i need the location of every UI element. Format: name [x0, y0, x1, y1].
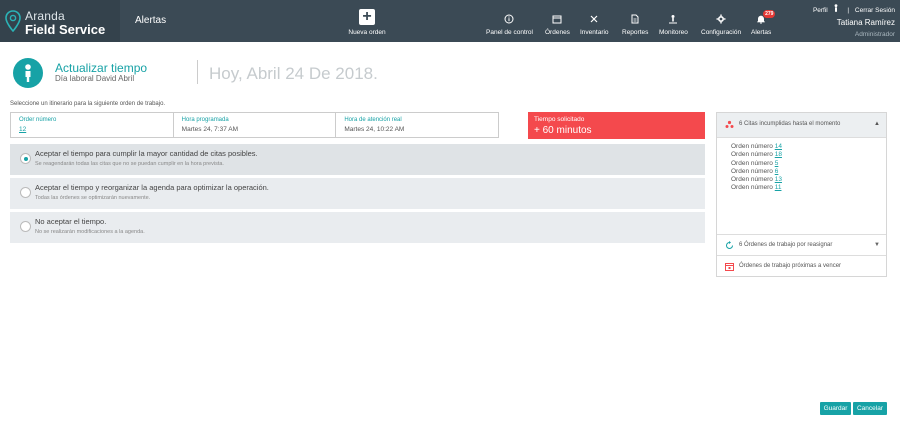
- option-accept-maximize[interactable]: Aceptar el tiempo para cumplir la mayor …: [10, 144, 705, 175]
- actual-time-cell: Hora de atención real Martes 24, 10:22 A…: [336, 113, 498, 137]
- nav-label: Reportes: [622, 29, 649, 36]
- header-divider: [197, 60, 198, 84]
- list-item: Orden número 5: [731, 159, 779, 167]
- nav-item-inventario[interactable]: Inventario: [580, 13, 609, 36]
- order-number-cell: Order número 12: [11, 113, 174, 137]
- report-icon: [629, 13, 641, 25]
- user-icon: [833, 4, 839, 14]
- chevron-down-icon[interactable]: ▼: [874, 242, 880, 248]
- list-item: Orden número 13: [731, 176, 782, 184]
- missed-appointments-title: 6 Citas incumplidas hasta el momento: [739, 121, 841, 127]
- order-link[interactable]: 5: [775, 160, 779, 167]
- alerts-count-badge: 279: [763, 10, 776, 18]
- nav-label: Monitoreo: [659, 29, 688, 36]
- order-link[interactable]: 11: [775, 184, 782, 191]
- requested-time-box: Tiempo solicitado + 60 minutos: [528, 112, 705, 139]
- new-order-button[interactable]: + Nueva orden: [345, 9, 389, 37]
- alerts-side-panel: 6 Citas incumplidas hasta el momento ▲ O…: [716, 112, 887, 277]
- nav-item-panel-de-control[interactable]: Panel de control: [486, 13, 533, 36]
- technician-avatar: [13, 58, 43, 88]
- option-radio[interactable]: [20, 153, 31, 164]
- links-separator: |: [847, 7, 850, 14]
- order-number-header: Order número: [19, 117, 57, 123]
- option-title: Aceptar el tiempo para cumplir la mayor …: [35, 149, 258, 158]
- nav-label: Órdenes: [545, 29, 570, 36]
- person-icon: [25, 64, 31, 82]
- list-item: Orden número 14: [731, 143, 782, 150]
- reassign-orders-row[interactable]: 6 Órdenes de trabajo por reasignar ▼: [717, 235, 886, 256]
- brand-name-line1: Aranda: [25, 9, 65, 23]
- profile-link[interactable]: Perfil: [813, 7, 828, 14]
- actual-time-value: Martes 24, 10:22 AM: [344, 126, 405, 133]
- cancel-button[interactable]: Cancelar: [853, 402, 887, 415]
- refresh-icon: [725, 241, 734, 252]
- gear-icon: [715, 13, 727, 25]
- people-alert-icon: [725, 120, 734, 131]
- page-subtitle: Día laboral David Abril: [55, 74, 135, 83]
- option-radio[interactable]: [20, 187, 31, 198]
- option-radio[interactable]: [20, 221, 31, 232]
- user-links: Perfil | Cerrar Sesión: [813, 4, 895, 14]
- inventory-icon: [588, 13, 600, 25]
- nav-label: Alertas: [751, 29, 772, 36]
- brand-name-line2: Field Service: [25, 22, 106, 37]
- option-description: Se reagendarán todas las citas que no se…: [35, 161, 224, 167]
- option-title: Aceptar el tiempo y reorganizar la agend…: [35, 183, 269, 192]
- current-date: Hoy, Abril 24 De 2018.: [209, 64, 378, 83]
- list-item: Orden número 18: [731, 151, 782, 159]
- nav-item-reportes[interactable]: Reportes: [622, 13, 648, 36]
- order-number-link[interactable]: 12: [19, 126, 165, 133]
- requested-time-value: + 60 minutos: [534, 125, 592, 136]
- option-description: Todas las órdenes se optimizarán nuevame…: [35, 195, 151, 201]
- reassign-orders-title: 6 Órdenes de trabajo por reasignar: [739, 242, 833, 248]
- top-navigation-bar: Aranda Field Service Alertas + Nueva ord…: [0, 0, 900, 42]
- missed-orders-list: Orden número 14 Orden número 18 Orden nú…: [717, 138, 886, 235]
- instruction-text: Seleccione un itinerario para la siguien…: [10, 101, 166, 107]
- actual-time-header: Hora de atención real: [344, 117, 402, 123]
- save-button[interactable]: Guardar: [820, 402, 851, 415]
- option-accept-reorganize[interactable]: Aceptar el tiempo y reorganizar la agend…: [10, 178, 705, 209]
- chevron-up-icon[interactable]: ▲: [874, 121, 880, 127]
- brand-logo[interactable]: Aranda Field Service: [0, 0, 120, 42]
- page-title: Actualizar tiempo: [55, 61, 148, 75]
- nav-label: Panel de control: [486, 29, 533, 36]
- missed-appointments-header[interactable]: 6 Citas incumplidas hasta el momento ▲: [717, 113, 886, 138]
- scheduled-time-value: Martes 24, 7:37 AM: [181, 126, 239, 133]
- order-link[interactable]: 13: [775, 176, 782, 183]
- nav-item-ordenes[interactable]: Órdenes: [545, 13, 570, 36]
- requested-time-header: Tiempo solicitado: [534, 116, 585, 123]
- expiring-orders-row[interactable]: Órdenes de trabajo próximas a vencer: [717, 256, 886, 277]
- bell-icon: 279: [755, 10, 776, 25]
- user-role: Administrador: [854, 31, 895, 38]
- calendar-alert-icon: [725, 262, 734, 273]
- new-order-label: Nueva orden: [348, 29, 386, 36]
- list-item: Orden número 6: [731, 167, 779, 175]
- scheduled-time-header: Hora programada: [181, 117, 229, 123]
- list-item: Orden número 11: [731, 184, 782, 192]
- option-description: No se realizarán modificaciones a la age…: [35, 229, 145, 235]
- order-info-table: Order número 12 Hora programada Martes 2…: [10, 112, 499, 138]
- order-link[interactable]: 14: [775, 143, 782, 150]
- order-link[interactable]: 18: [775, 151, 782, 158]
- option-reject[interactable]: No aceptar el tiempo. No se realizarán m…: [10, 212, 705, 243]
- nav-item-monitoreo[interactable]: Monitoreo: [659, 13, 688, 36]
- person-pin-icon: [667, 13, 679, 25]
- info-icon: [503, 13, 515, 25]
- scheduled-time-cell: Hora programada Martes 24, 7:37 AM: [174, 113, 337, 137]
- plus-icon: +: [359, 9, 375, 25]
- location-pin-icon: [5, 10, 21, 32]
- nav-label: Configuración: [701, 29, 742, 36]
- nav-label: Inventario: [580, 29, 609, 36]
- section-title: Alertas: [135, 15, 167, 26]
- user-name: Tatiana Ramírez: [836, 18, 895, 27]
- logout-link[interactable]: Cerrar Sesión: [855, 7, 895, 14]
- order-link[interactable]: 6: [775, 168, 779, 175]
- calendar-icon: [551, 13, 563, 25]
- nav-item-configuracion[interactable]: Configuración: [701, 13, 741, 36]
- option-title: No aceptar el tiempo.: [35, 217, 107, 226]
- nav-item-alertas[interactable]: 279 Alertas: [751, 10, 776, 36]
- expiring-orders-title: Órdenes de trabajo próximas a vencer: [739, 263, 842, 269]
